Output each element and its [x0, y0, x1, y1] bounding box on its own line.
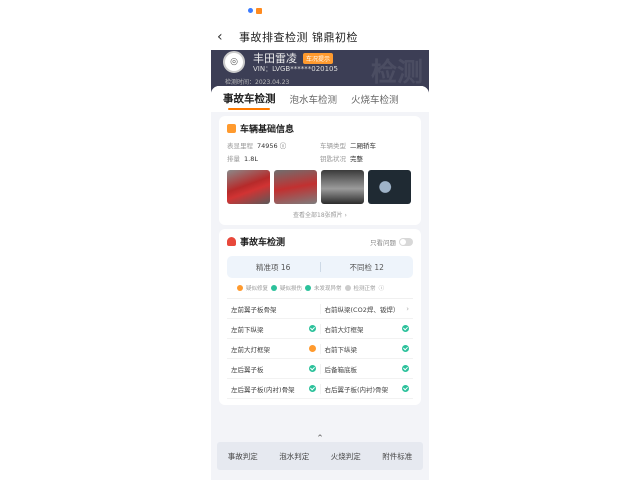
bottom-tab-standard[interactable]: 附件标准	[382, 451, 412, 462]
check-icon	[402, 365, 409, 372]
nav-bar: ‹ 事故排查检测 锦鼎初检	[211, 24, 429, 50]
check-icon	[402, 325, 409, 332]
report-sheet: 事故车检测 泡水车检测 火烧车检测 车辆基础信息 表显里程 74956 ⓘ 车辆类…	[211, 86, 429, 480]
view-all-photos-link[interactable]: 查看全部18张照片 ›	[227, 210, 413, 219]
check-icon	[402, 345, 409, 352]
app-notification-icon	[256, 8, 262, 14]
repair-dot-icon	[237, 285, 243, 291]
brand-logo-icon: ◎	[223, 51, 245, 73]
status-bar	[211, 0, 429, 24]
back-arrow-icon[interactable]: ‹	[217, 30, 231, 44]
basic-info-title: 车辆基础信息	[240, 125, 295, 135]
vin-text: VIN：LVGB******020105	[253, 65, 338, 73]
bottom-tab-fire[interactable]: 火烧判定	[331, 451, 361, 462]
detect-title: 事故车检测	[240, 238, 286, 248]
normal-dot-icon	[305, 285, 312, 291]
notification-icon	[248, 8, 253, 13]
bottom-tab-flood[interactable]: 泡水判定	[279, 451, 309, 462]
car-photo-side[interactable]	[274, 170, 317, 204]
check-icon	[308, 385, 316, 392]
table-row: 左前翼子板骨架 右前纵梁(CO2焊、钣焊） ›	[227, 299, 413, 319]
accident-detect-card: 事故车检测 只看问题 精准项 16 不同检 12 疑似修复 疑似损伤 未发现异常	[219, 229, 421, 405]
status-legend: 疑似修复 疑似损伤 未发现异常 检测正常 ⓘ	[237, 284, 413, 292]
basic-info-card: 车辆基础信息 表显里程 74956 ⓘ 车辆类型 二厢轿车 排量 1.8L 钥匙状况完…	[219, 116, 421, 225]
info-icon[interactable]: ⓘ	[379, 284, 385, 292]
checked-dot-icon	[344, 285, 351, 291]
summary-ok[interactable]: 精准项 16	[227, 262, 320, 273]
car-photo-interior[interactable]	[321, 170, 364, 204]
check-icon	[402, 385, 409, 392]
report-tabs: 事故车检测 泡水车检测 火烧车检测	[211, 86, 429, 112]
page-title: 事故排查检测 锦鼎初检	[239, 31, 358, 44]
car-photo-front[interactable]	[227, 170, 270, 204]
detect-summary: 精准项 16 不同检 12	[227, 256, 413, 278]
photo-strip	[227, 170, 413, 204]
table-row[interactable]: 左前大灯框架 右前下纵梁	[227, 339, 413, 359]
chevron-right-icon[interactable]: ›	[406, 305, 409, 313]
tab-flood[interactable]: 泡水车检测	[290, 92, 338, 112]
toggle-label: 只看问题	[370, 238, 396, 247]
table-row[interactable]: 左后翼子板 后备箱底板	[227, 359, 413, 379]
warning-icon	[308, 345, 316, 352]
car-icon	[227, 237, 236, 246]
document-icon	[227, 124, 236, 133]
condition-tag[interactable]: 车况提示	[303, 53, 334, 64]
info-keys: 钥匙状况 完整	[320, 155, 363, 163]
table-row[interactable]: 左前下纵梁 右前大灯框架	[227, 319, 413, 339]
summary-bad[interactable]: 不同检 12	[321, 262, 414, 273]
detect-rows: 左前翼子板骨架 右前纵梁(CO2焊、钣焊） › 左前下纵梁 右前大灯框架 左前大灯…	[227, 298, 413, 399]
tab-fire[interactable]: 火烧车检测	[351, 92, 399, 112]
damage-dot-icon	[271, 285, 278, 291]
phone-screen: ‹ 事故排查检测 锦鼎初检 ◎ 丰田雷凌 车况提示 VIN：LVGB******…	[211, 0, 429, 480]
check-icon	[308, 325, 316, 332]
car-photo-dashboard[interactable]	[368, 170, 411, 204]
table-row[interactable]: 左后翼子板(内衬)骨架 右后翼子板(内衬)骨架	[227, 379, 413, 399]
check-icon	[308, 365, 316, 372]
only-issues-toggle[interactable]	[399, 237, 413, 246]
tab-accident[interactable]: 事故车检测	[223, 91, 276, 112]
info-displacement: 排量 1.8L	[227, 155, 258, 163]
watermark: 检测	[370, 58, 423, 88]
bottom-nav: 事故判定 泡水判定 火烧判定 附件标准	[217, 442, 423, 470]
info-mileage: 表显里程 74956 ⓘ	[227, 142, 287, 150]
info-type: 车辆类型 二厢轿车	[320, 142, 376, 150]
inspection-date: 检测时间：2023.04.23	[225, 79, 290, 86]
bottom-tab-accident[interactable]: 事故判定	[228, 451, 258, 462]
